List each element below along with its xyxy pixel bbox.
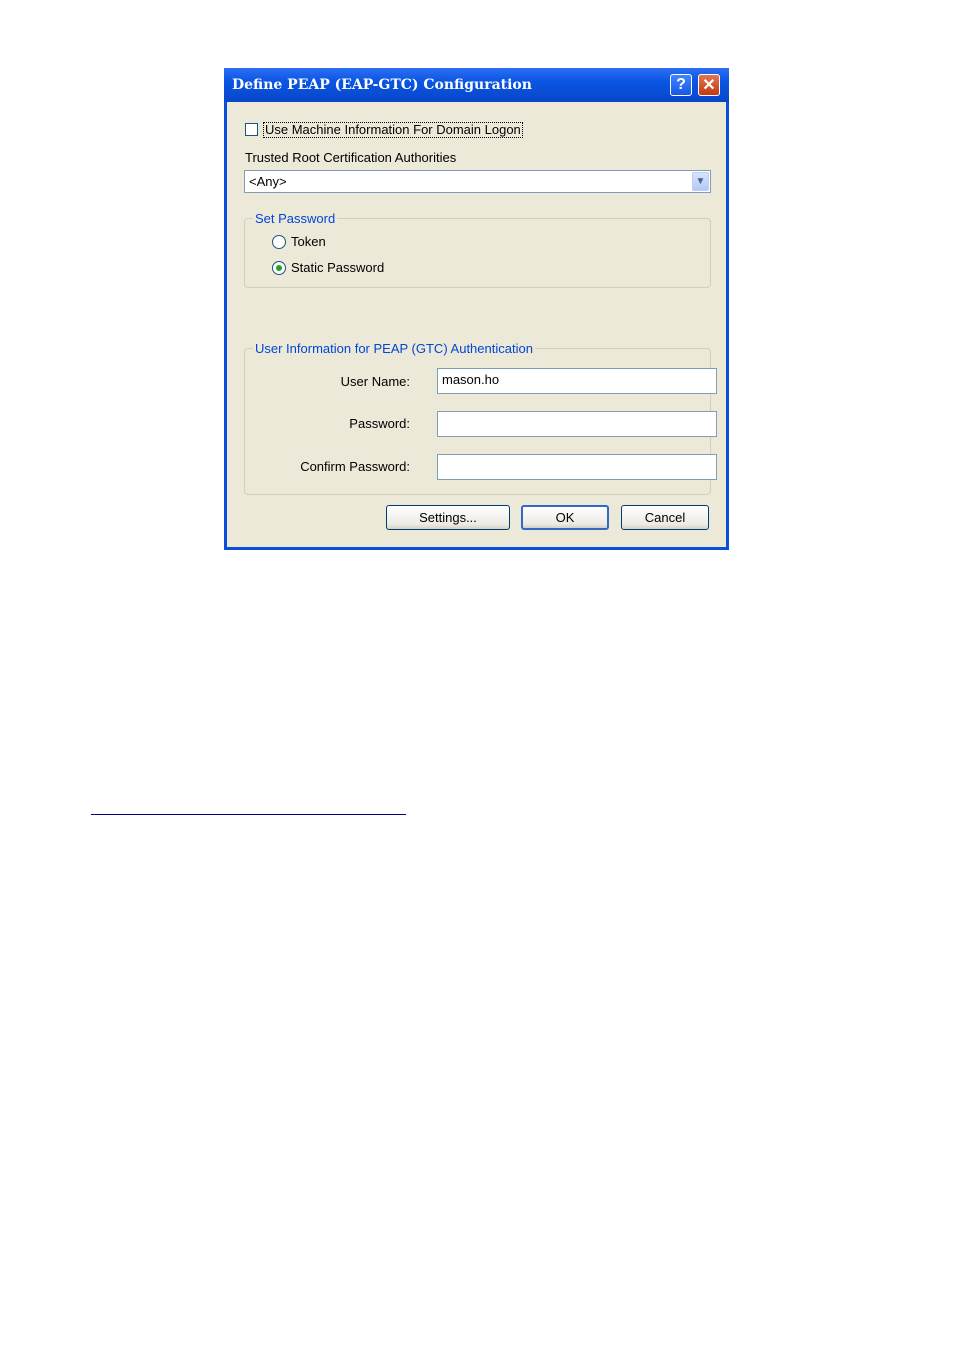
machine-info-checkbox[interactable]	[245, 123, 258, 136]
static-password-radio[interactable]	[272, 261, 286, 275]
token-radio[interactable]	[272, 235, 286, 249]
close-button[interactable]: ✕	[698, 74, 720, 96]
close-icon: ✕	[702, 77, 716, 94]
confirm-password-input[interactable]	[437, 454, 717, 480]
username-label: User Name:	[340, 374, 410, 389]
settings-button[interactable]: Settings...	[386, 505, 510, 530]
dialog-body: Use Machine Information For Domain Logon…	[227, 102, 726, 547]
trusted-root-label: Trusted Root Certification Authorities	[245, 150, 457, 165]
confirm-password-label: Confirm Password:	[300, 459, 410, 474]
username-input[interactable]: mason.ho	[437, 368, 717, 394]
static-password-label[interactable]: Static Password	[291, 260, 384, 275]
divider-line	[91, 814, 406, 815]
trusted-root-value: <Any>	[249, 174, 287, 189]
peap-config-dialog: Define PEAP (EAP-GTC) Configuration ? ✕ …	[224, 68, 729, 550]
cancel-button[interactable]: Cancel	[621, 505, 709, 530]
user-info-legend: User Information for PEAP (GTC) Authenti…	[253, 341, 535, 356]
title-bar[interactable]: Define PEAP (EAP-GTC) Configuration ? ✕	[224, 68, 729, 102]
machine-info-label[interactable]: Use Machine Information For Domain Logon	[263, 122, 523, 138]
dialog-title: Define PEAP (EAP-GTC) Configuration	[232, 77, 532, 93]
trusted-root-select[interactable]: <Any> ▼	[244, 170, 711, 193]
set-password-group: Set Password Token Static Password	[244, 211, 711, 288]
password-label: Password:	[349, 416, 410, 431]
radio-selected-dot	[276, 265, 282, 271]
help-icon: ?	[676, 76, 686, 93]
set-password-legend: Set Password	[253, 211, 338, 226]
user-info-group: User Information for PEAP (GTC) Authenti…	[244, 341, 717, 495]
ok-button[interactable]: OK	[521, 505, 609, 530]
help-button[interactable]: ?	[670, 74, 692, 96]
chevron-down-icon[interactable]: ▼	[692, 172, 709, 191]
token-label[interactable]: Token	[291, 234, 326, 249]
password-input[interactable]	[437, 411, 717, 437]
